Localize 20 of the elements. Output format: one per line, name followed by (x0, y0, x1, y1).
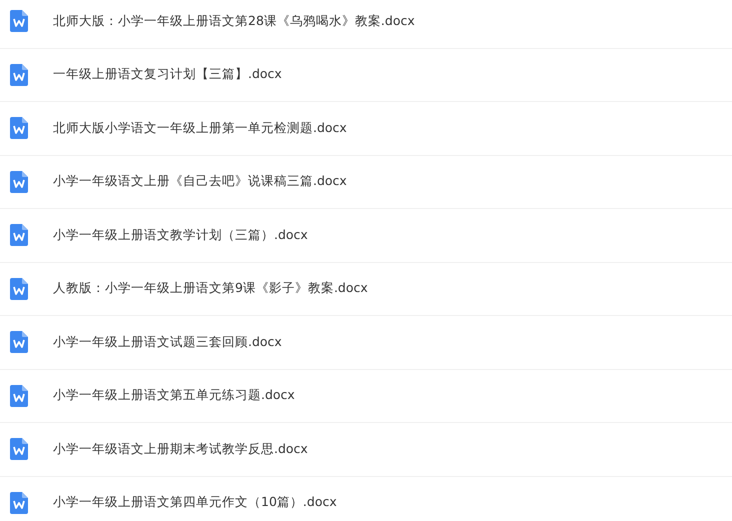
file-name[interactable]: 小学一年级语文上册期末考试教学反思.docx (53, 440, 308, 458)
file-name[interactable]: 人教版：小学一年级上册语文第9课《影子》教案.docx (53, 280, 368, 298)
word-document-icon (10, 170, 28, 193)
word-document-icon (10, 224, 28, 246)
word-document-icon (10, 64, 28, 86)
word-document-icon (10, 492, 28, 514)
file-name[interactable]: 北师大版小学语文一年级上册第一单元检测题.docx (53, 120, 347, 137)
file-name[interactable]: 小学一年级语文上册《自己去吧》说课稿三篇.docx (53, 173, 347, 190)
word-document-icon (10, 438, 28, 460)
file-name[interactable]: 一年级上册语文复习计划【三篇】.docx (53, 66, 282, 84)
file-name[interactable]: 小学一年级上册语文教学计划（三篇）.docx (53, 226, 308, 244)
word-document-icon (10, 10, 28, 32)
file-name[interactable]: 小学一年级上册语文试题三套回顾.docx (53, 334, 282, 351)
file-name[interactable]: 北师大版：小学一年级上册语文第28课《乌鸦喝水》教案.docx (53, 12, 415, 30)
word-document-icon (10, 117, 28, 140)
word-document-icon (10, 278, 28, 300)
word-document-icon (10, 331, 28, 354)
file-name[interactable]: 小学一年级上册语文第五单元练习题.docx (53, 387, 295, 404)
word-document-icon (10, 384, 28, 407)
file-name[interactable]: 小学一年级上册语文第四单元作文（10篇）.docx (53, 494, 337, 512)
